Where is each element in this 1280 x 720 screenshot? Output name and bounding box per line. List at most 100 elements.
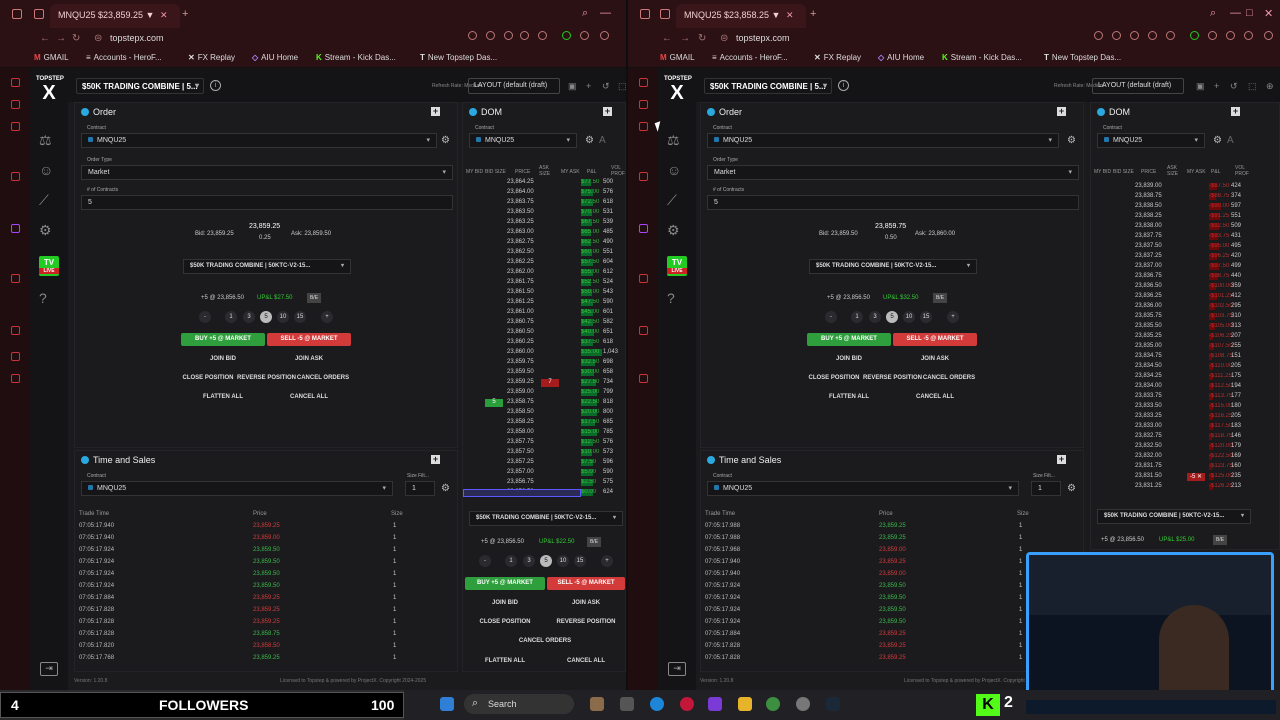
qty-10-button[interactable]: 10 — [277, 311, 289, 323]
dom-row[interactable]: 23,834.75 -$108.75 151 — [1091, 353, 1279, 361]
dom-row[interactable]: 23,863.50 $70.00 531 — [463, 209, 625, 217]
logout-icon[interactable]: ⇥ — [40, 662, 58, 676]
bookmark-topstep[interactable]: T New Topstep Das... — [420, 53, 497, 62]
logout-icon[interactable]: ⇥ — [668, 662, 686, 676]
order-account-select[interactable]: $50K TRADING COMBINE | 50KTC-V2-15... — [809, 259, 977, 274]
dom-cancel-all-button[interactable]: CANCEL ALL — [547, 655, 625, 668]
dom-row[interactable]: 23,864.00 $75.00 576 — [463, 189, 625, 197]
sell-market-button[interactable]: SELL -5 @ MARKET — [267, 333, 351, 346]
dom-row[interactable]: 23,863.75 $72.50 618 — [463, 199, 625, 207]
dom-row[interactable]: 23,835.25 -$106.25 207 — [1091, 333, 1279, 341]
tab-list-icon[interactable] — [34, 9, 44, 19]
breakeven-button[interactable]: B/E — [933, 293, 947, 303]
save-layout-icon[interactable]: ▣ — [1196, 81, 1205, 92]
download-icon[interactable] — [1226, 31, 1235, 40]
qty-5-button[interactable]: 5 — [886, 311, 898, 323]
dom-settings-icon[interactable]: ⚙ — [1213, 135, 1222, 146]
breakeven-button[interactable]: B/E — [307, 293, 321, 303]
extensions-icon[interactable] — [1208, 31, 1217, 40]
stats-icon[interactable]: ⟋ — [667, 192, 677, 209]
back-icon[interactable]: ← — [40, 33, 50, 44]
new-tab-icon[interactable]: + — [810, 8, 816, 20]
dom-row[interactable]: 23,834.25 -$111.25 175 — [1091, 373, 1279, 381]
dom-row[interactable]: 23,837.75 -$93.75 431 — [1091, 233, 1279, 241]
dom-row[interactable]: 23,837.25 -$96.25 420 — [1091, 253, 1279, 261]
dom-row[interactable]: 23,833.50 -$115.00 180 — [1091, 403, 1279, 411]
qty-3-button[interactable]: 3 — [869, 311, 881, 323]
flatten-all-button[interactable]: FLATTEN ALL — [181, 391, 265, 404]
side-icon-2[interactable] — [639, 100, 648, 109]
profile-avatar-icon[interactable] — [1244, 31, 1253, 40]
side-icon-7[interactable] — [11, 326, 20, 335]
dom-row[interactable]: 23,859.75 $32.50 698 — [463, 359, 625, 367]
order-type-select[interactable]: Market — [81, 165, 453, 180]
dom-row[interactable]: 23,863.00 $65.00 485 — [463, 229, 625, 237]
file-explorer-icon[interactable] — [738, 697, 752, 711]
cancel-all-button[interactable]: CANCEL ALL — [267, 391, 351, 404]
side-icon-4[interactable] — [639, 172, 648, 181]
dom-row[interactable]: 23,864.25 $77.50 500 — [463, 179, 625, 187]
dom-row[interactable]: 23,836.25 -$101.25 412 — [1091, 293, 1279, 301]
profile-icon[interactable] — [640, 9, 650, 19]
taskbar-search[interactable]: Search — [464, 694, 574, 714]
dom-row[interactable]: 23,832.75 -$118.75 146 — [1091, 433, 1279, 441]
dom-ladder[interactable]: 23,864.25 $77.50 500 23,864.00 $75.00 576 23,8… — [463, 179, 625, 503]
undo-icon[interactable]: ↺ — [1230, 81, 1238, 92]
reverse-position-button[interactable]: REVERSE POSITION — [237, 372, 296, 385]
gear-icon[interactable]: ⚙ — [39, 222, 52, 239]
play-icon[interactable] — [1148, 31, 1157, 40]
dom-row[interactable]: 23,835.75 -$103.75 310 — [1091, 313, 1279, 321]
contracts-input[interactable]: 5 — [81, 195, 453, 210]
buy-market-button[interactable]: BUY +5 @ MARKET — [181, 333, 265, 346]
menu-icon[interactable] — [1264, 31, 1273, 40]
play-icon[interactable] — [520, 31, 529, 40]
dom-row[interactable]: 23,833.25 -$116.25 205 — [1091, 413, 1279, 421]
twitch-icon[interactable] — [639, 224, 648, 233]
layout-select[interactable]: LAYOUT (default (draft) — [1092, 78, 1184, 94]
dom-row[interactable]: 23,857.25 $7.50 596 — [463, 459, 625, 467]
dom-account-select[interactable]: $50K TRADING COMBINE | 50KTC-V2-15... — [469, 511, 623, 526]
reload-icon[interactable]: ↻ — [698, 33, 706, 44]
twitch-icon[interactable] — [11, 224, 20, 233]
dom-row[interactable]: 23,862.00 $55.00 612 — [463, 269, 625, 277]
join-bid-button[interactable]: JOIN BID — [181, 353, 265, 366]
dom-row[interactable]: 23,839.00 -$87.50 424 — [1091, 183, 1279, 191]
extension-grammar-icon[interactable] — [562, 31, 571, 40]
url-text[interactable]: topstepx.com — [110, 33, 164, 43]
join-bid-button[interactable]: JOIN BID — [807, 353, 891, 366]
flatten-all-button[interactable]: FLATTEN ALL — [807, 391, 891, 404]
bookmark-aiu-home[interactable]: ◇ AIU Home — [252, 53, 298, 62]
dom-breakeven-button[interactable]: B/E — [1213, 535, 1227, 545]
bookmark-kick[interactable]: K Stream - Kick Das... — [316, 53, 396, 62]
stats-icon[interactable]: ⟋ — [39, 192, 49, 209]
back-icon[interactable]: ← — [662, 33, 672, 44]
dom-close-position-button[interactable]: CLOSE POSITION — [465, 616, 545, 629]
dom-qty-3-button[interactable]: 3 — [523, 555, 535, 567]
extension-grammar-icon[interactable] — [1190, 31, 1199, 40]
side-icon-1[interactable] — [639, 78, 648, 87]
bookmark-star-icon[interactable] — [1166, 31, 1175, 40]
dom-qty-1-button[interactable]: 1 — [505, 555, 517, 567]
dom-row[interactable]: 23,834.00 -$112.50 194 — [1091, 383, 1279, 391]
dom-row[interactable]: 23,833.00 -$117.50 183 — [1091, 423, 1279, 431]
close-position-button[interactable]: CLOSE POSITION — [807, 372, 861, 385]
url-text[interactable]: topstepx.com — [736, 33, 790, 43]
account-select[interactable]: $50K TRADING COMBINE | 5... — [704, 78, 832, 94]
qty-15-button[interactable]: 15 — [920, 311, 932, 323]
search-tabs-icon[interactable]: ⌕ — [582, 7, 588, 20]
bookmark-topstep[interactable]: T New Topstep Das... — [1044, 53, 1121, 62]
tas-contract-select[interactable]: MNQU25 — [81, 481, 393, 496]
trade-icon[interactable]: ⚖ — [39, 132, 52, 149]
dom-join-bid-button[interactable]: JOIN BID — [465, 597, 545, 610]
forward-icon[interactable]: → — [56, 33, 66, 44]
side-icon-3[interactable] — [11, 122, 20, 131]
dom-ladder[interactable]: 23,839.00 -$87.50 424 23,838.75 -$88.75 374 23… — [1091, 183, 1279, 503]
dom-row[interactable]: 23,857.00 $5.00 590 — [463, 469, 625, 477]
side-icon-6[interactable] — [11, 274, 20, 283]
panel-add-icon[interactable]: + — [431, 455, 440, 464]
dom-row[interactable]: 23,836.00 -$102.50 295 — [1091, 303, 1279, 311]
site-info-icon[interactable]: ⊜ — [720, 33, 728, 44]
trade-icon[interactable]: ⚖ — [667, 132, 680, 149]
dom-row[interactable]: 23,862.75 $62.50 490 — [463, 239, 625, 247]
dom-row[interactable]: 23,858.50 $20.00 800 — [463, 409, 625, 417]
